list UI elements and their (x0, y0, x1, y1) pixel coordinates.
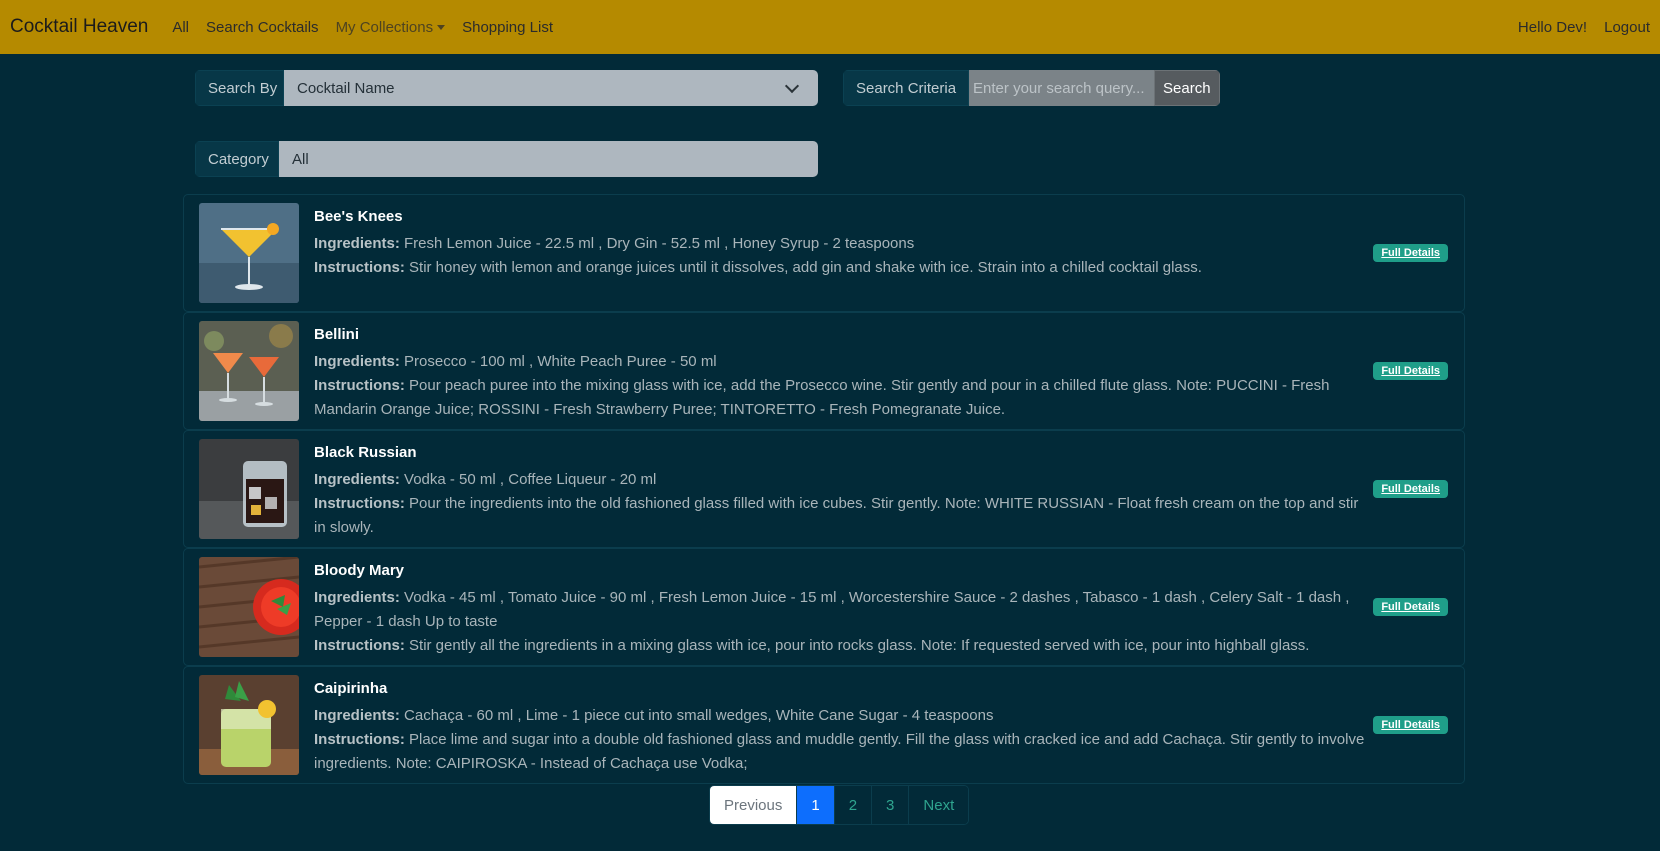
cocktail-image[interactable] (199, 203, 299, 303)
caret-down-icon (437, 25, 446, 31)
cocktail-body: Black Russian Ingredients: Vodka - 50 ml… (314, 443, 1369, 540)
instructions-label: Instructions: (314, 259, 405, 276)
pagination-previous[interactable]: Previous (710, 786, 797, 824)
ingredients-label: Ingredients: (314, 589, 400, 606)
search-by-group: Search By Cocktail Name (195, 70, 818, 106)
instructions-line: Instructions: Place lime and sugar into … (314, 728, 1369, 776)
search-by-label: Search By (195, 70, 284, 106)
instructions-text: Pour peach puree into the mixing glass w… (314, 377, 1330, 418)
ingredients-text: Fresh Lemon Juice - 22.5 ml , Dry Gin - … (404, 235, 915, 252)
instructions-line: Instructions: Stir honey with lemon and … (314, 256, 1369, 280)
pagination-next[interactable]: Next (908, 786, 969, 824)
cocktail-name: Bloody Mary (314, 562, 405, 579)
ingredients-text: Cachaça - 60 ml , Lime - 1 piece cut int… (404, 707, 994, 724)
ingredients-line: Ingredients: Fresh Lemon Juice - 22.5 ml… (314, 232, 1369, 256)
search-criteria-label: Search Criteria (843, 70, 970, 106)
ingredients-line: Ingredients: Cachaça - 60 ml , Lime - 1 … (314, 704, 1369, 728)
nav-my-collections-label: My Collections (335, 18, 434, 36)
cocktail-body: Bloody Mary Ingredients: Vodka - 45 ml ,… (314, 561, 1369, 658)
cocktail-name: Black Russian (314, 444, 417, 461)
nav-greeting[interactable]: Hello Dev! (1518, 19, 1587, 36)
ingredients-text: Vodka - 45 ml , Tomato Juice - 90 ml , F… (314, 589, 1350, 630)
cocktail-card: Caipirinha Ingredients: Cachaça - 60 ml … (183, 666, 1465, 784)
pagination-page-1[interactable]: 1 (796, 786, 834, 824)
category-label: Category (195, 141, 279, 177)
cocktail-image[interactable] (199, 321, 299, 421)
nav-my-collections-dropdown[interactable]: My Collections (336, 19, 446, 36)
full-details-button[interactable]: Full Details (1373, 244, 1448, 262)
ingredients-line: Ingredients: Vodka - 50 ml , Coffee Liqu… (314, 468, 1369, 492)
cocktail-name: Bellini (314, 326, 360, 343)
ingredients-label: Ingredients: (314, 471, 400, 488)
cocktail-body: Bee's Knees Ingredients: Fresh Lemon Jui… (314, 207, 1369, 280)
top-navbar: Cocktail Heaven All Search Cocktails My … (0, 0, 1660, 54)
ingredients-line: Ingredients: Prosecco - 100 ml , White P… (314, 350, 1369, 374)
ingredients-text: Vodka - 50 ml , Coffee Liqueur - 20 ml (404, 471, 657, 488)
ingredients-label: Ingredients: (314, 353, 400, 370)
nav-user-area: Hello Dev! Logout (1501, 19, 1650, 36)
category-select[interactable]: All (279, 141, 818, 177)
full-details-button[interactable]: Full Details (1373, 598, 1448, 616)
chevron-down-icon (784, 78, 800, 94)
cocktail-name: Bee's Knees (314, 208, 403, 225)
cocktail-card: Bloody Mary Ingredients: Vodka - 45 ml ,… (183, 548, 1465, 666)
search-by-value: Cocktail Name (297, 79, 395, 97)
category-group: Category All (195, 141, 818, 177)
instructions-label: Instructions: (314, 495, 405, 512)
pagination-page-3[interactable]: 3 (871, 786, 909, 824)
instructions-text: Place lime and sugar into a double old f… (314, 731, 1365, 772)
nav-shopping-list[interactable]: Shopping List (462, 19, 553, 36)
pagination: Previous 1 2 3 Next (709, 785, 970, 825)
full-details-button[interactable]: Full Details (1373, 480, 1448, 498)
instructions-line: Instructions: Pour the ingredients into … (314, 492, 1369, 540)
full-details-button[interactable]: Full Details (1373, 716, 1448, 734)
instructions-line: Instructions: Pour peach puree into the … (314, 374, 1369, 422)
cocktail-body: Bellini Ingredients: Prosecco - 100 ml ,… (314, 325, 1369, 422)
instructions-text: Stir honey with lemon and orange juices … (409, 259, 1202, 276)
pagination-page-2[interactable]: 2 (833, 786, 872, 824)
instructions-label: Instructions: (314, 731, 405, 748)
search-input[interactable]: Enter your search query... (969, 70, 1155, 106)
instructions-text: Pour the ingredients into the old fashio… (314, 495, 1359, 536)
cocktail-body: Caipirinha Ingredients: Cachaça - 60 ml … (314, 679, 1369, 776)
nav-search-cocktails[interactable]: Search Cocktails (206, 19, 319, 36)
cocktail-image[interactable] (199, 439, 299, 539)
instructions-label: Instructions: (314, 377, 405, 394)
full-details-button[interactable]: Full Details (1373, 362, 1448, 380)
search-criteria-group: Search Criteria Enter your search query.… (843, 70, 1220, 106)
cocktail-card: Black Russian Ingredients: Vodka - 50 ml… (183, 430, 1465, 548)
brand-logo[interactable]: Cocktail Heaven (10, 16, 148, 38)
ingredients-label: Ingredients: (314, 707, 400, 724)
cocktail-card: Bellini Ingredients: Prosecco - 100 ml ,… (183, 312, 1465, 430)
search-button[interactable]: Search (1154, 70, 1220, 106)
ingredients-label: Ingredients: (314, 235, 400, 252)
ingredients-text: Prosecco - 100 ml , White Peach Puree - … (404, 353, 717, 370)
cocktail-card: Bee's Knees Ingredients: Fresh Lemon Jui… (183, 194, 1465, 312)
cocktail-image[interactable] (199, 557, 299, 657)
nav-logout[interactable]: Logout (1604, 19, 1650, 36)
instructions-line: Instructions: Stir gently all the ingred… (314, 634, 1369, 658)
ingredients-line: Ingredients: Vodka - 45 ml , Tomato Juic… (314, 586, 1369, 634)
instructions-text: Stir gently all the ingredients in a mix… (409, 637, 1310, 654)
search-controls: Search By Cocktail Name Search Criteria … (0, 54, 1660, 184)
search-by-select[interactable]: Cocktail Name (284, 70, 818, 106)
nav-all[interactable]: All (172, 19, 189, 36)
instructions-label: Instructions: (314, 637, 405, 654)
cocktail-image[interactable] (199, 675, 299, 775)
cocktail-name: Caipirinha (314, 680, 388, 697)
